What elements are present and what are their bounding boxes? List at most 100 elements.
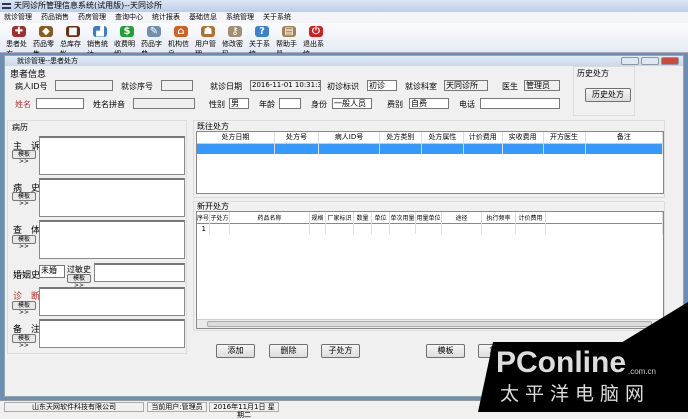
fee-type-label: 费别 xyxy=(387,100,403,109)
column-header[interactable]: 用量单位 xyxy=(415,212,443,223)
delete-button[interactable]: 删除 xyxy=(269,344,308,358)
dollar-icon: $ xyxy=(120,26,134,37)
table-cell[interactable] xyxy=(353,223,373,234)
column-header[interactable]: 开方医生 xyxy=(543,132,586,143)
column-header[interactable]: 规格 xyxy=(309,212,327,223)
menu-item[interactable]: 查询中心 xyxy=(115,12,143,23)
column-header[interactable]: 备注 xyxy=(585,132,664,143)
toolbar-button[interactable]: ⌂机构信息 xyxy=(168,23,194,58)
table-cell[interactable] xyxy=(309,223,327,234)
column-header[interactable]: 病人ID号 xyxy=(318,132,380,143)
pinyin-field[interactable] xyxy=(133,98,195,109)
history-template-button[interactable]: 模板>> xyxy=(12,192,36,207)
diagnosis-template-button[interactable]: 模板>> xyxy=(12,301,36,316)
toolbar-button[interactable]: ⏻退出系统 xyxy=(303,23,329,58)
table-cell[interactable] xyxy=(229,223,311,234)
status-company: 山东天网软件科技有限公司 xyxy=(4,402,144,412)
patient-id-label: 病人ID号 xyxy=(15,82,48,91)
table-cell[interactable] xyxy=(209,223,231,234)
column-header[interactable]: 子处方 xyxy=(209,212,231,223)
fee-type-field[interactable]: 自费 xyxy=(409,98,449,109)
menu-item[interactable]: 关于系统 xyxy=(263,12,291,23)
visit-date-field[interactable]: 2016-11-01 10:31:31 xyxy=(250,80,321,91)
maximize-button[interactable] xyxy=(641,57,659,65)
column-header[interactable]: 序号 xyxy=(197,212,210,223)
visit-seq-field[interactable] xyxy=(161,80,193,91)
toolbar-button[interactable]: ■总库存帐 xyxy=(60,23,86,58)
exam-textarea[interactable] xyxy=(39,220,185,259)
table-cell[interactable] xyxy=(481,223,517,234)
table-row[interactable]: 1 xyxy=(197,223,663,234)
menu-item[interactable]: 系统管理 xyxy=(226,12,254,23)
diagnosis-textarea[interactable] xyxy=(39,287,185,316)
identity-field[interactable]: 一般人员 xyxy=(332,98,372,109)
column-header[interactable]: 厂家标识 xyxy=(325,212,355,223)
column-header[interactable]: 处方号 xyxy=(274,132,320,143)
add-button[interactable]: 添加 xyxy=(216,344,255,358)
column-header[interactable]: 处方日期 xyxy=(197,132,275,143)
past-prescriptions-table[interactable]: 处方日期 处方号 病人ID号 处方类别 处方属性 计价费用 实收费用 开方医生 备注 xyxy=(196,131,664,194)
table-cell[interactable] xyxy=(441,223,483,234)
table-cell[interactable] xyxy=(371,223,391,234)
menu-item[interactable]: 药品销售 xyxy=(41,12,69,23)
complaint-textarea[interactable] xyxy=(39,136,185,175)
toolbar-button[interactable]: ☗用户管理 xyxy=(195,23,221,58)
column-header[interactable]: 途径 xyxy=(441,212,483,223)
close-button[interactable] xyxy=(661,57,679,65)
selected-row[interactable] xyxy=(197,143,664,154)
allergy-textarea[interactable] xyxy=(94,263,185,282)
table-cell[interactable] xyxy=(515,223,547,234)
phone-field[interactable] xyxy=(480,98,560,109)
column-header[interactable]: 单位 xyxy=(371,212,391,223)
column-header[interactable]: 计价费用 xyxy=(515,212,547,223)
patient-id-field[interactable] xyxy=(55,80,113,91)
menu-item[interactable]: 统计报表 xyxy=(152,12,180,23)
column-header[interactable]: 处方属性 xyxy=(421,132,464,143)
column-header[interactable]: 单次用量 xyxy=(389,212,417,223)
column-header[interactable]: 药品名称 xyxy=(229,212,311,223)
toolbar-button[interactable]: ▤帮助手册 xyxy=(276,23,302,58)
toolbar-button[interactable]: ⚷修改密码 xyxy=(222,23,248,58)
complaint-template-button[interactable]: 模板>> xyxy=(12,150,36,165)
toolbar-button[interactable]: ▟销售统计 xyxy=(87,23,113,58)
history-prescription-button[interactable]: 历史处方 xyxy=(585,88,631,102)
toolbar-button[interactable]: $收费明细 xyxy=(114,23,140,58)
note-textarea[interactable] xyxy=(39,319,185,348)
table-cell[interactable] xyxy=(389,223,417,234)
history-textarea[interactable] xyxy=(39,178,185,217)
sub-prescription-button[interactable]: 子处方 xyxy=(321,344,360,358)
name-field[interactable] xyxy=(36,98,84,109)
exam-template-button[interactable]: 模板>> xyxy=(12,235,36,250)
note-template-button[interactable]: 模板>> xyxy=(12,334,36,349)
menu-item[interactable]: 药房管理 xyxy=(78,12,106,23)
visit-type-field[interactable]: 初诊 xyxy=(367,80,397,91)
menu-item[interactable]: 就诊管理 xyxy=(4,12,32,23)
menu-item[interactable]: 基础信息 xyxy=(189,12,217,23)
table-cell[interactable] xyxy=(415,223,443,234)
table-cell xyxy=(197,143,275,154)
table-cell[interactable] xyxy=(545,223,663,234)
column-header[interactable]: 计价费用 xyxy=(463,132,503,143)
age-field[interactable] xyxy=(279,98,301,109)
app-icon xyxy=(2,3,11,9)
template-button[interactable]: 模板 xyxy=(426,344,465,358)
toolbar-button[interactable]: ◆药品零售 xyxy=(33,23,59,58)
history-group-label: 历史处方 xyxy=(577,69,609,78)
table-cell[interactable] xyxy=(325,223,355,234)
toolbar-button[interactable]: ?关于系统 xyxy=(249,23,275,58)
marital-field[interactable]: 未婚 xyxy=(39,265,65,278)
allergy-template-button[interactable]: 模板>> xyxy=(67,274,91,289)
drug-retail-icon: ◆ xyxy=(39,26,53,37)
table-cell[interactable]: 1 xyxy=(197,223,210,234)
doctor-field[interactable]: 管理员 xyxy=(524,80,560,91)
minimize-button[interactable] xyxy=(621,57,639,65)
patient-prescription-icon: ✚ xyxy=(12,26,26,37)
sex-field[interactable]: 男 xyxy=(229,98,249,109)
column-header[interactable]: 数量 xyxy=(353,212,373,223)
column-header[interactable]: 实收费用 xyxy=(502,132,544,143)
dept-field[interactable]: 天同诊所 xyxy=(444,80,488,91)
toolbar-button[interactable]: ✚患者处方 xyxy=(6,23,32,58)
column-header[interactable]: 处方类别 xyxy=(379,132,422,143)
toolbar-button[interactable]: ✎药品字典 xyxy=(141,23,167,58)
column-header[interactable]: 执行频率 xyxy=(481,212,517,223)
